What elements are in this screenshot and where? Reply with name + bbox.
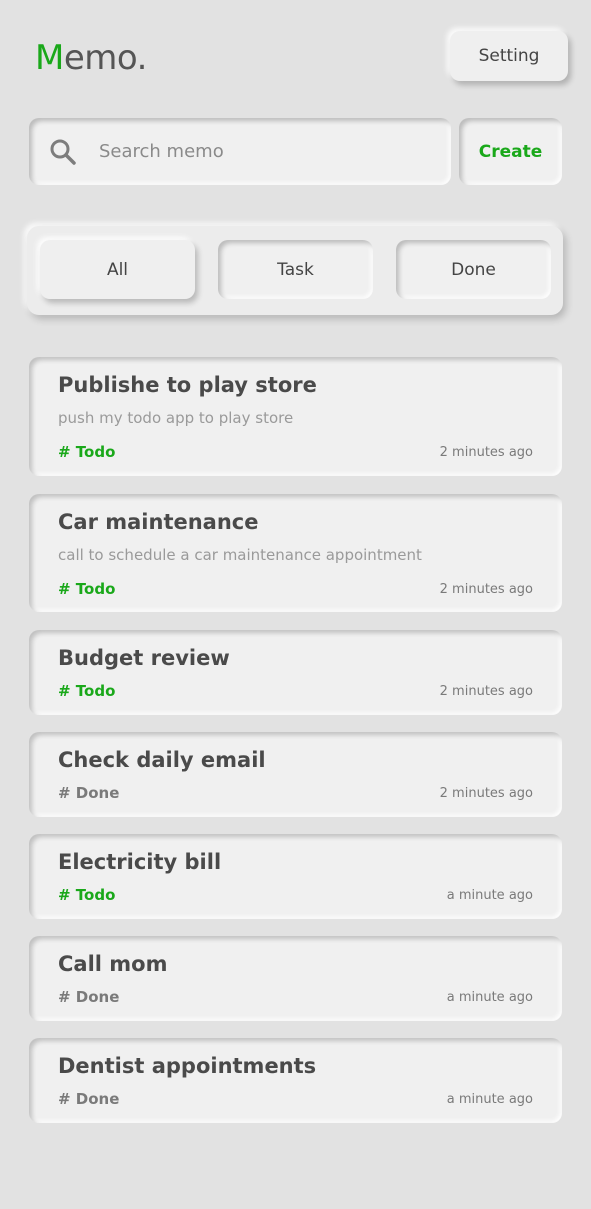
logo-text: emo. xyxy=(63,38,148,78)
app-logo: Memo. xyxy=(35,38,147,78)
memo-tag: # Done xyxy=(58,988,120,1006)
memo-timestamp: a minute ago xyxy=(446,1092,533,1107)
memo-tag: # Todo xyxy=(58,580,116,598)
memo-tag: # Done xyxy=(58,1090,120,1108)
memo-description: call to schedule a car maintenance appoi… xyxy=(58,546,422,564)
filter-all-button[interactable]: All xyxy=(40,240,195,299)
search-placeholder: Search memo xyxy=(99,141,224,162)
search-icon xyxy=(50,139,76,165)
memo-timestamp: 2 minutes ago xyxy=(439,684,533,699)
memo-timestamp: 2 minutes ago xyxy=(439,582,533,597)
memo-card[interactable]: Check daily email # Done 2 minutes ago xyxy=(29,732,562,817)
filter-done-button[interactable]: Done xyxy=(396,240,551,299)
memo-timestamp: a minute ago xyxy=(446,888,533,903)
memo-card[interactable]: Car maintenance call to schedule a car m… xyxy=(29,494,562,612)
memo-card[interactable]: Electricity bill # Todo a minute ago xyxy=(29,834,562,919)
filter-task-button[interactable]: Task xyxy=(218,240,373,299)
memo-title: Dentist appointments xyxy=(58,1054,317,1078)
setting-button[interactable]: Setting xyxy=(450,31,568,81)
memo-tag: # Todo xyxy=(58,443,116,461)
memo-title: Publishe to play store xyxy=(58,373,317,397)
create-button[interactable]: Create xyxy=(459,118,562,185)
memo-title: Car maintenance xyxy=(58,510,259,534)
memo-title: Budget review xyxy=(58,646,230,670)
memo-card[interactable]: Publishe to play store push my todo app … xyxy=(29,357,562,476)
memo-title: Check daily email xyxy=(58,748,266,772)
memo-tag: # Todo xyxy=(58,682,116,700)
memo-timestamp: 2 minutes ago xyxy=(439,445,533,460)
filter-bar: All Task Done xyxy=(27,226,563,315)
memo-timestamp: a minute ago xyxy=(446,990,533,1005)
memo-card[interactable]: Budget review # Todo 2 minutes ago xyxy=(29,630,562,715)
search-input[interactable]: Search memo xyxy=(29,118,451,185)
memo-title: Electricity bill xyxy=(58,850,222,874)
memo-card[interactable]: Dentist appointments # Done a minute ago xyxy=(29,1038,562,1123)
memo-tag: # Done xyxy=(58,784,120,802)
logo-accent-letter: M xyxy=(35,38,64,78)
memo-description: push my todo app to play store xyxy=(58,409,294,427)
memo-timestamp: 2 minutes ago xyxy=(439,786,533,801)
memo-tag: # Todo xyxy=(58,886,116,904)
memo-card[interactable]: Call mom # Done a minute ago xyxy=(29,936,562,1021)
memo-title: Call mom xyxy=(58,952,168,976)
